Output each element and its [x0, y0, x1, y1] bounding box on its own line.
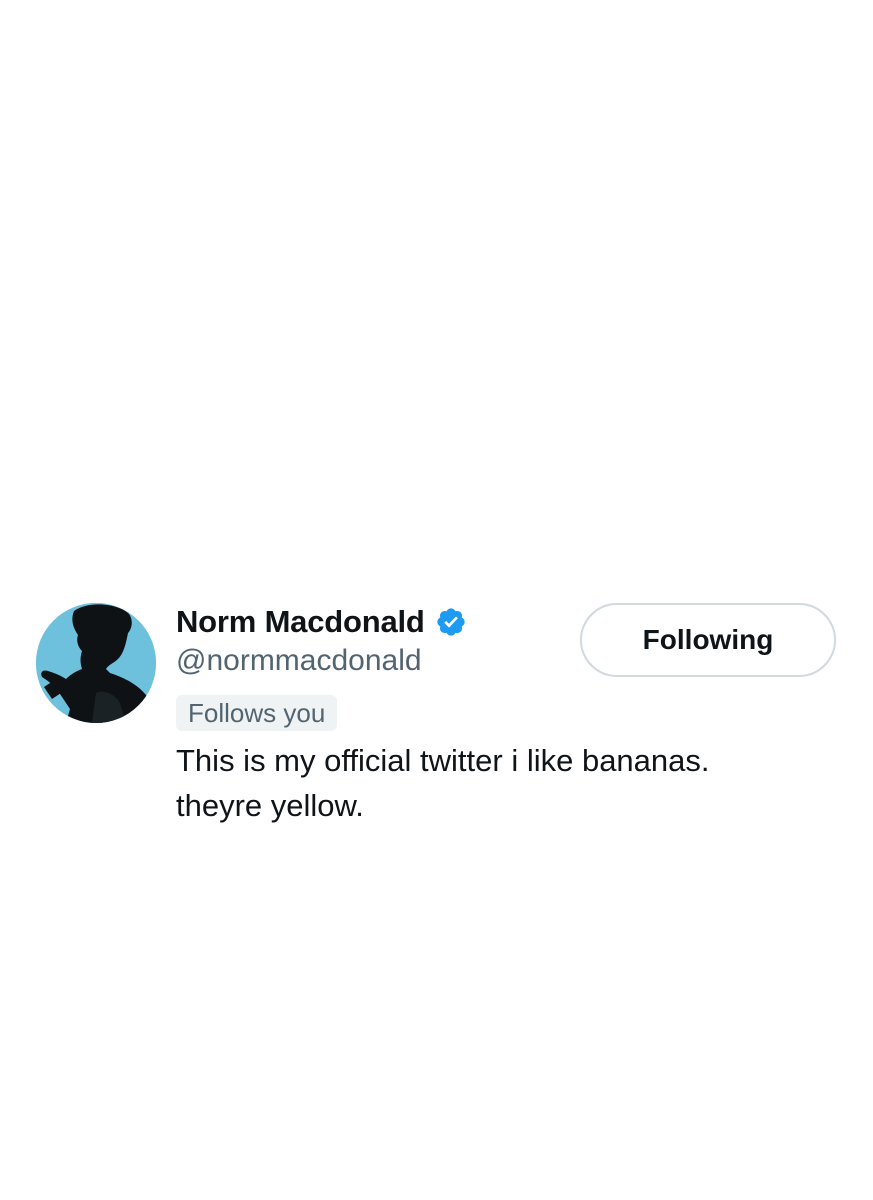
follows-you-badge: Follows you: [176, 695, 338, 731]
user-handle[interactable]: @normmacdonald: [176, 644, 422, 678]
bio-line: theyre yellow.: [176, 788, 364, 823]
verified-badge-icon: [437, 608, 465, 636]
display-name[interactable]: Norm Macdonald: [176, 604, 425, 640]
name-row: Norm Macdonald: [176, 600, 467, 644]
following-button[interactable]: Following: [580, 603, 836, 677]
bio: This is my official twitter i like banan…: [176, 738, 836, 828]
avatar[interactable]: [36, 603, 156, 723]
bio-line: This is my official twitter i like banan…: [176, 743, 710, 778]
user-card: Norm Macdonald @normmacdonald Follows yo…: [0, 0, 873, 1200]
silhouette-avatar-icon: [36, 603, 156, 723]
